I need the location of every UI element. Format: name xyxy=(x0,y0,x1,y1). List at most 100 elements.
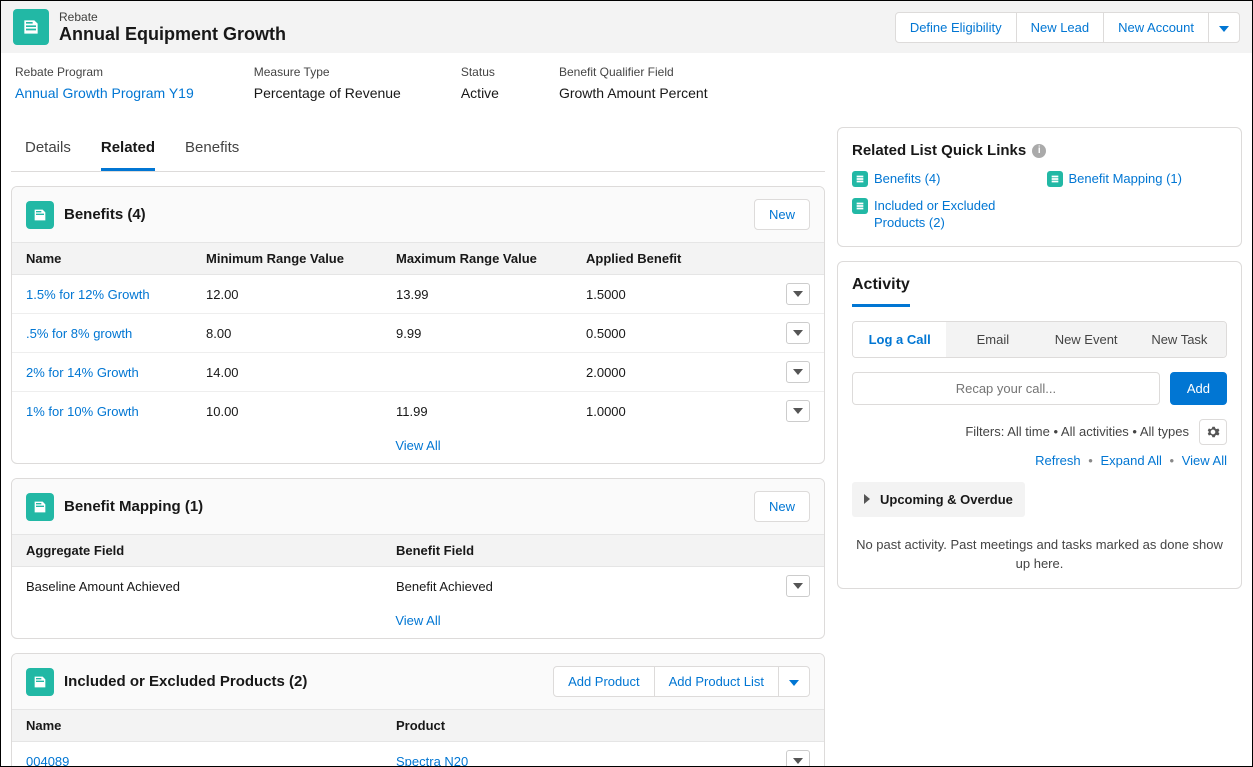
field-value-benefit-qualifier: Growth Amount Percent xyxy=(559,85,708,101)
product-name-link[interactable]: 004089 xyxy=(26,754,69,767)
products-title: Included or Excluded Products (2) xyxy=(64,673,553,690)
list-icon xyxy=(852,171,868,187)
info-icon[interactable]: i xyxy=(1032,144,1046,158)
row-menu-button[interactable] xyxy=(786,361,810,383)
quicklink-benefit-mapping[interactable]: Benefit Mapping (1) xyxy=(1069,171,1182,188)
chevron-down-icon xyxy=(793,291,803,297)
cell-min: 8.00 xyxy=(192,314,382,353)
list-icon xyxy=(1047,171,1063,187)
quicklink-benefits[interactable]: Benefits (4) xyxy=(874,171,940,188)
benefit-mapping-title: Benefit Mapping (1) xyxy=(64,498,754,515)
benefit-link[interactable]: 1.5% for 12% Growth xyxy=(26,287,150,302)
table-row: Baseline Amount Achieved Benefit Achieve… xyxy=(12,567,824,606)
col-min: Minimum Range Value xyxy=(192,243,382,275)
benefit-mapping-card: Benefit Mapping (1) New Aggregate Field … xyxy=(11,478,825,639)
chevron-down-icon xyxy=(793,758,803,764)
benefits-view-all-link[interactable]: View All xyxy=(395,438,440,453)
row-menu-button[interactable] xyxy=(786,283,810,305)
cell-applied: 1.5000 xyxy=(572,275,772,314)
chevron-down-icon xyxy=(793,369,803,375)
tab-details[interactable]: Details xyxy=(25,127,71,171)
activity-filters-text: Filters: All time • All activities • All… xyxy=(965,424,1189,439)
activity-expand-all-link[interactable]: Expand All xyxy=(1100,453,1161,468)
rebate-program-link[interactable]: Annual Growth Program Y19 xyxy=(15,85,194,101)
table-row: 2% for 14% Growth 14.00 2.0000 xyxy=(12,353,824,392)
cell-aggregate: Baseline Amount Achieved xyxy=(12,567,382,606)
activity-panel: Activity Log a Call Email New Event New … xyxy=(837,261,1242,589)
quick-links-title: Related List Quick Links xyxy=(852,142,1026,159)
gear-icon xyxy=(1206,425,1220,439)
col-product-name: Name xyxy=(12,710,382,742)
list-icon xyxy=(852,198,868,214)
table-row: 1% for 10% Growth 10.00 11.99 1.0000 xyxy=(12,392,824,431)
col-product: Product xyxy=(382,710,772,742)
new-account-button[interactable]: New Account xyxy=(1103,12,1209,43)
activity-refresh-link[interactable]: Refresh xyxy=(1035,453,1081,468)
call-recap-input[interactable] xyxy=(852,372,1160,405)
field-label-status: Status xyxy=(461,65,499,79)
cell-min: 14.00 xyxy=(192,353,382,392)
upcoming-label: Upcoming & Overdue xyxy=(880,492,1013,507)
add-activity-button[interactable]: Add xyxy=(1170,372,1227,405)
row-menu-button[interactable] xyxy=(786,750,810,767)
table-row: .5% for 8% growth 8.00 9.99 0.5000 xyxy=(12,314,824,353)
field-label-benefit-qualifier: Benefit Qualifier Field xyxy=(559,65,708,79)
header-more-actions-button[interactable] xyxy=(1208,12,1240,43)
quick-links-panel: Related List Quick Links i Benefits (4) … xyxy=(837,127,1242,247)
tab-related[interactable]: Related xyxy=(101,127,155,171)
chevron-right-icon xyxy=(864,494,870,504)
cell-min: 12.00 xyxy=(192,275,382,314)
products-icon xyxy=(26,668,54,696)
benefit-mapping-view-all-link[interactable]: View All xyxy=(395,613,440,628)
col-applied: Applied Benefit xyxy=(572,243,772,275)
quicklink-products[interactable]: Included or Excluded Products (2) xyxy=(874,198,1033,232)
field-value-status: Active xyxy=(461,85,499,101)
row-menu-button[interactable] xyxy=(786,400,810,422)
activity-tab-log-call[interactable]: Log a Call xyxy=(853,322,946,357)
record-tabs: Details Related Benefits xyxy=(11,127,825,172)
row-menu-button[interactable] xyxy=(786,322,810,344)
products-more-actions-button[interactable] xyxy=(778,666,810,697)
field-label-rebate-program: Rebate Program xyxy=(15,65,194,79)
chevron-down-icon xyxy=(793,583,803,589)
cell-applied: 0.5000 xyxy=(572,314,772,353)
cell-max xyxy=(382,353,572,392)
activity-tab-new-event[interactable]: New Event xyxy=(1040,322,1133,357)
chevron-down-icon xyxy=(789,680,799,686)
table-row: 004089 Spectra N20 xyxy=(12,742,824,767)
activity-tab-email[interactable]: Email xyxy=(946,322,1039,357)
add-product-list-button[interactable]: Add Product List xyxy=(654,666,779,697)
col-name: Name xyxy=(12,243,192,275)
activity-settings-button[interactable] xyxy=(1199,419,1227,445)
field-label-measure-type: Measure Type xyxy=(254,65,401,79)
cell-max: 13.99 xyxy=(382,275,572,314)
activity-view-all-link[interactable]: View All xyxy=(1182,453,1227,468)
object-label: Rebate xyxy=(59,10,286,24)
highlights-panel: Rebate Program Annual Growth Program Y19… xyxy=(1,53,1252,119)
activity-title: Activity xyxy=(852,276,910,307)
benefits-new-button[interactable]: New xyxy=(754,199,810,230)
col-aggregate: Aggregate Field xyxy=(12,535,382,567)
table-row: 1.5% for 12% Growth 12.00 13.99 1.5000 xyxy=(12,275,824,314)
tab-benefits[interactable]: Benefits xyxy=(185,127,239,171)
cell-applied: 1.0000 xyxy=(572,392,772,431)
benefit-link[interactable]: 2% for 14% Growth xyxy=(26,365,139,380)
field-value-measure-type: Percentage of Revenue xyxy=(254,85,401,101)
row-menu-button[interactable] xyxy=(786,575,810,597)
activity-tab-new-task[interactable]: New Task xyxy=(1133,322,1226,357)
new-lead-button[interactable]: New Lead xyxy=(1016,12,1105,43)
cell-min: 10.00 xyxy=(192,392,382,431)
define-eligibility-button[interactable]: Define Eligibility xyxy=(895,12,1017,43)
chevron-down-icon xyxy=(793,408,803,414)
benefit-link[interactable]: .5% for 8% growth xyxy=(26,326,132,341)
no-activity-text: No past activity. Past meetings and task… xyxy=(852,535,1227,574)
col-benefit-field: Benefit Field xyxy=(382,535,772,567)
benefit-link[interactable]: 1% for 10% Growth xyxy=(26,404,139,419)
page-header: Rebate Annual Equipment Growth Define El… xyxy=(1,1,1252,53)
benefit-mapping-icon xyxy=(26,493,54,521)
add-product-button[interactable]: Add Product xyxy=(553,666,655,697)
product-link[interactable]: Spectra N20 xyxy=(396,754,468,767)
upcoming-overdue-toggle[interactable]: Upcoming & Overdue xyxy=(852,482,1025,517)
benefit-mapping-new-button[interactable]: New xyxy=(754,491,810,522)
chevron-down-icon xyxy=(1219,26,1229,32)
